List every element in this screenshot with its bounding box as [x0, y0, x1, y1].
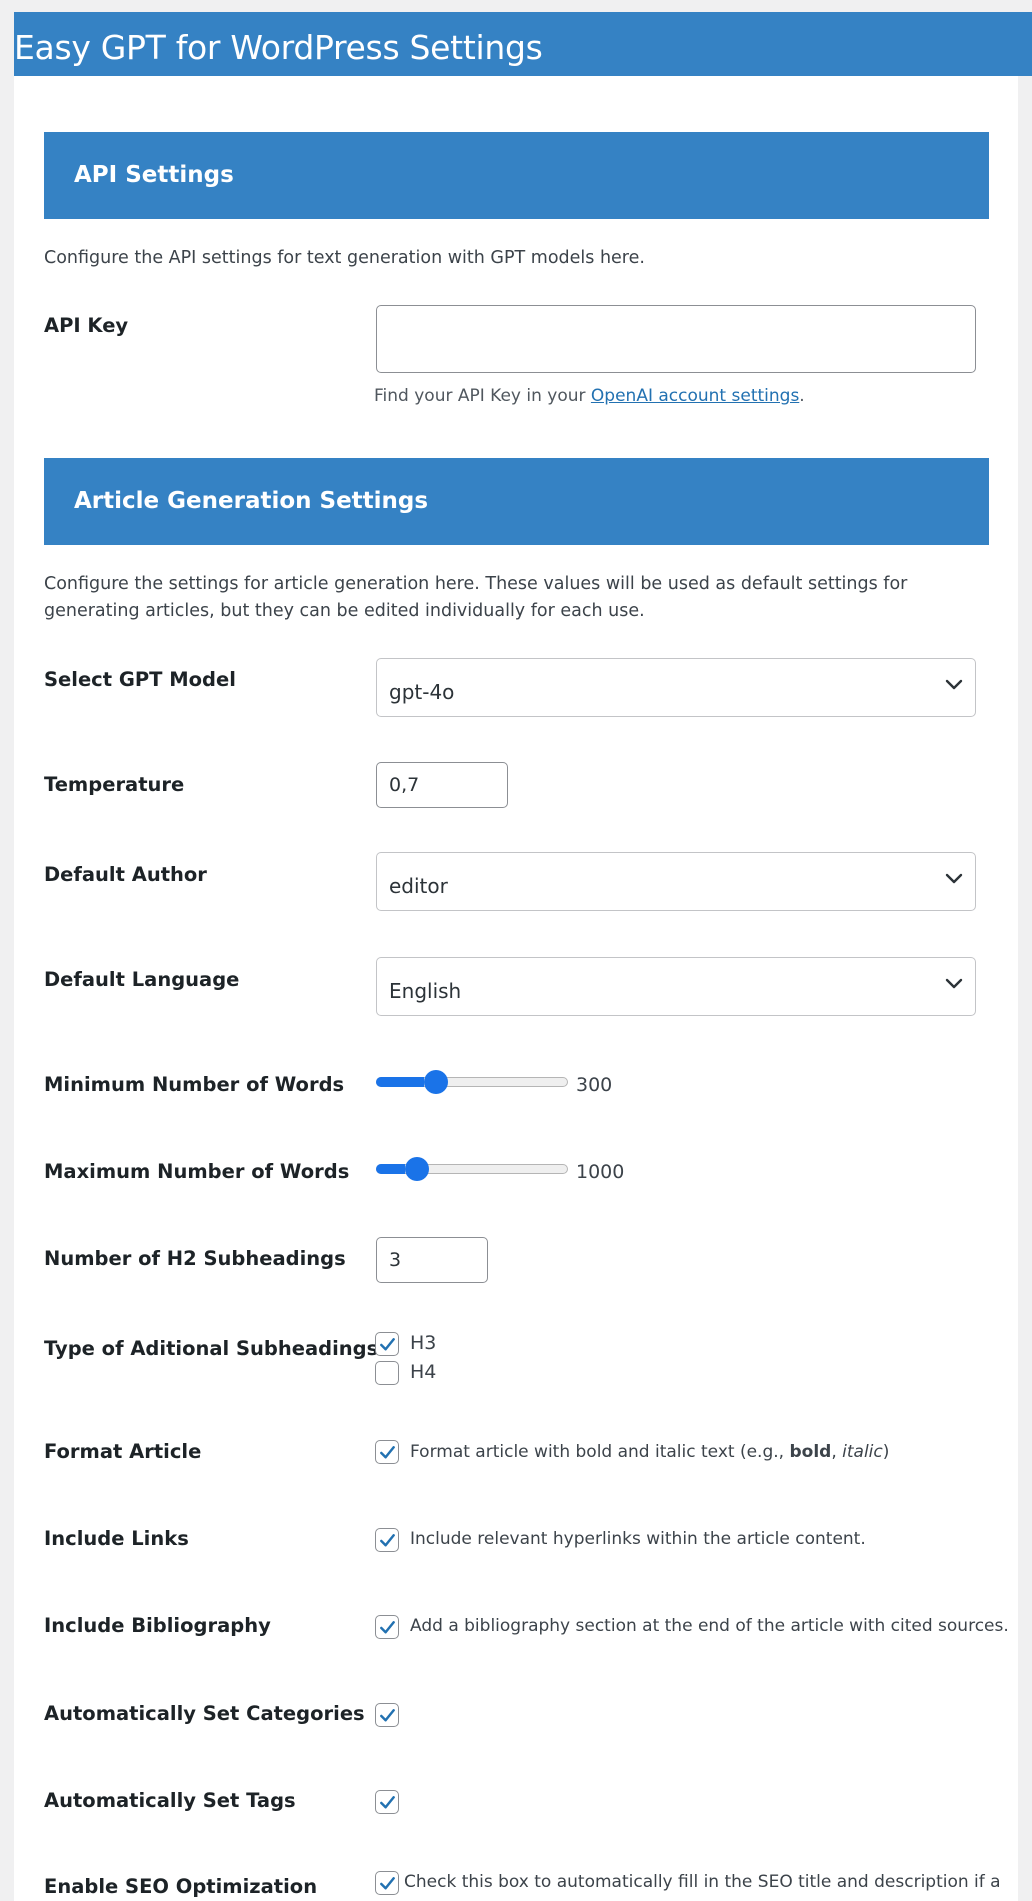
- auto-categories-checkbox[interactable]: [375, 1703, 399, 1727]
- api-key-help-prefix: Find your API Key in your: [374, 386, 591, 406]
- api-key-help: Find your API Key in your OpenAI account…: [374, 386, 805, 406]
- slider-fill: [376, 1077, 424, 1087]
- include-links-label: Include Links: [44, 1527, 189, 1550]
- api-settings-description: Configure the API settings for text gene…: [44, 248, 645, 268]
- checkmark-icon: [380, 1709, 395, 1722]
- checkmark-icon: [380, 1338, 395, 1351]
- api-settings-header: API Settings: [44, 132, 989, 219]
- min-words-value: 300: [576, 1074, 613, 1096]
- max-words-value: 1000: [576, 1161, 625, 1183]
- article-settings-description: Configure the settings for article gener…: [44, 574, 908, 621]
- page-title: Easy GPT for WordPress Settings: [14, 28, 543, 67]
- italic-example: italic: [842, 1442, 883, 1462]
- format-article-text-suffix: ): [882, 1442, 890, 1462]
- subheading-types-label: Type of Aditional Subheadings: [44, 1337, 379, 1360]
- seo-optimization-description: Check this box to automatically fill in …: [404, 1872, 1001, 1892]
- min-words-label: Minimum Number of Words: [44, 1073, 345, 1096]
- default-language-select[interactable]: English: [376, 957, 976, 1016]
- h2-count-label: Number of H2 Subheadings: [44, 1247, 346, 1270]
- openai-account-settings-link[interactable]: OpenAI account settings: [591, 386, 799, 406]
- seo-optimization-checkbox[interactable]: [375, 1871, 399, 1895]
- api-settings-title: API Settings: [74, 162, 234, 188]
- article-settings-title: Article Generation Settings: [74, 488, 429, 514]
- include-links-checkbox[interactable]: [375, 1528, 399, 1552]
- chevron-down-icon: [945, 978, 963, 989]
- include-bibliography-label: Include Bibliography: [44, 1614, 271, 1637]
- format-article-description: Format article with bold and italic text…: [410, 1442, 889, 1462]
- auto-categories-label: Automatically Set Categories: [44, 1702, 365, 1725]
- api-key-help-suffix: .: [799, 386, 805, 406]
- checkmark-icon: [380, 1877, 395, 1890]
- include-bibliography-checkbox[interactable]: [375, 1615, 399, 1639]
- h4-option-label: H4: [410, 1361, 437, 1383]
- include-bibliography-description: Add a bibliography section at the end of…: [410, 1616, 1009, 1636]
- h2-count-input[interactable]: [376, 1237, 488, 1283]
- format-article-label: Format Article: [44, 1440, 202, 1463]
- seo-optimization-label: Enable SEO Optimization: [44, 1875, 318, 1898]
- format-article-text-prefix: Format article with bold and italic text…: [410, 1442, 790, 1462]
- default-language-value: English: [389, 979, 462, 1003]
- checkmark-icon: [380, 1621, 395, 1634]
- default-author-label: Default Author: [44, 863, 207, 886]
- default-author-select[interactable]: editor: [376, 852, 976, 911]
- chevron-down-icon: [945, 679, 963, 690]
- article-settings-header: Article Generation Settings: [44, 458, 989, 545]
- temperature-input[interactable]: [376, 762, 508, 808]
- h3-checkbox[interactable]: [375, 1332, 399, 1356]
- slider-thumb[interactable]: [424, 1070, 448, 1094]
- checkmark-icon: [380, 1534, 395, 1547]
- max-words-label: Maximum Number of Words: [44, 1160, 350, 1183]
- api-key-label: API Key: [44, 314, 129, 337]
- default-author-value: editor: [389, 874, 448, 898]
- h4-checkbox[interactable]: [375, 1361, 399, 1385]
- format-article-checkbox[interactable]: [375, 1440, 399, 1464]
- auto-tags-checkbox[interactable]: [375, 1790, 399, 1814]
- auto-tags-label: Automatically Set Tags: [44, 1789, 296, 1812]
- checkmark-icon: [380, 1446, 395, 1459]
- api-key-input[interactable]: [376, 305, 976, 373]
- bold-example: bold: [789, 1442, 832, 1462]
- min-words-slider[interactable]: [376, 1067, 568, 1097]
- h3-option-label: H3: [410, 1332, 437, 1354]
- temperature-label: Temperature: [44, 773, 185, 796]
- gpt-model-label: Select GPT Model: [44, 668, 236, 691]
- default-language-label: Default Language: [44, 968, 240, 991]
- format-article-separator: ,: [831, 1442, 843, 1462]
- gpt-model-value: gpt-4o: [389, 680, 455, 704]
- slider-fill: [376, 1164, 405, 1174]
- max-words-slider[interactable]: [376, 1154, 568, 1184]
- gpt-model-select[interactable]: gpt-4o: [376, 658, 976, 717]
- slider-thumb[interactable]: [405, 1157, 429, 1181]
- checkmark-icon: [380, 1796, 395, 1809]
- include-links-description: Include relevant hyperlinks within the a…: [410, 1529, 866, 1549]
- chevron-down-icon: [945, 873, 963, 884]
